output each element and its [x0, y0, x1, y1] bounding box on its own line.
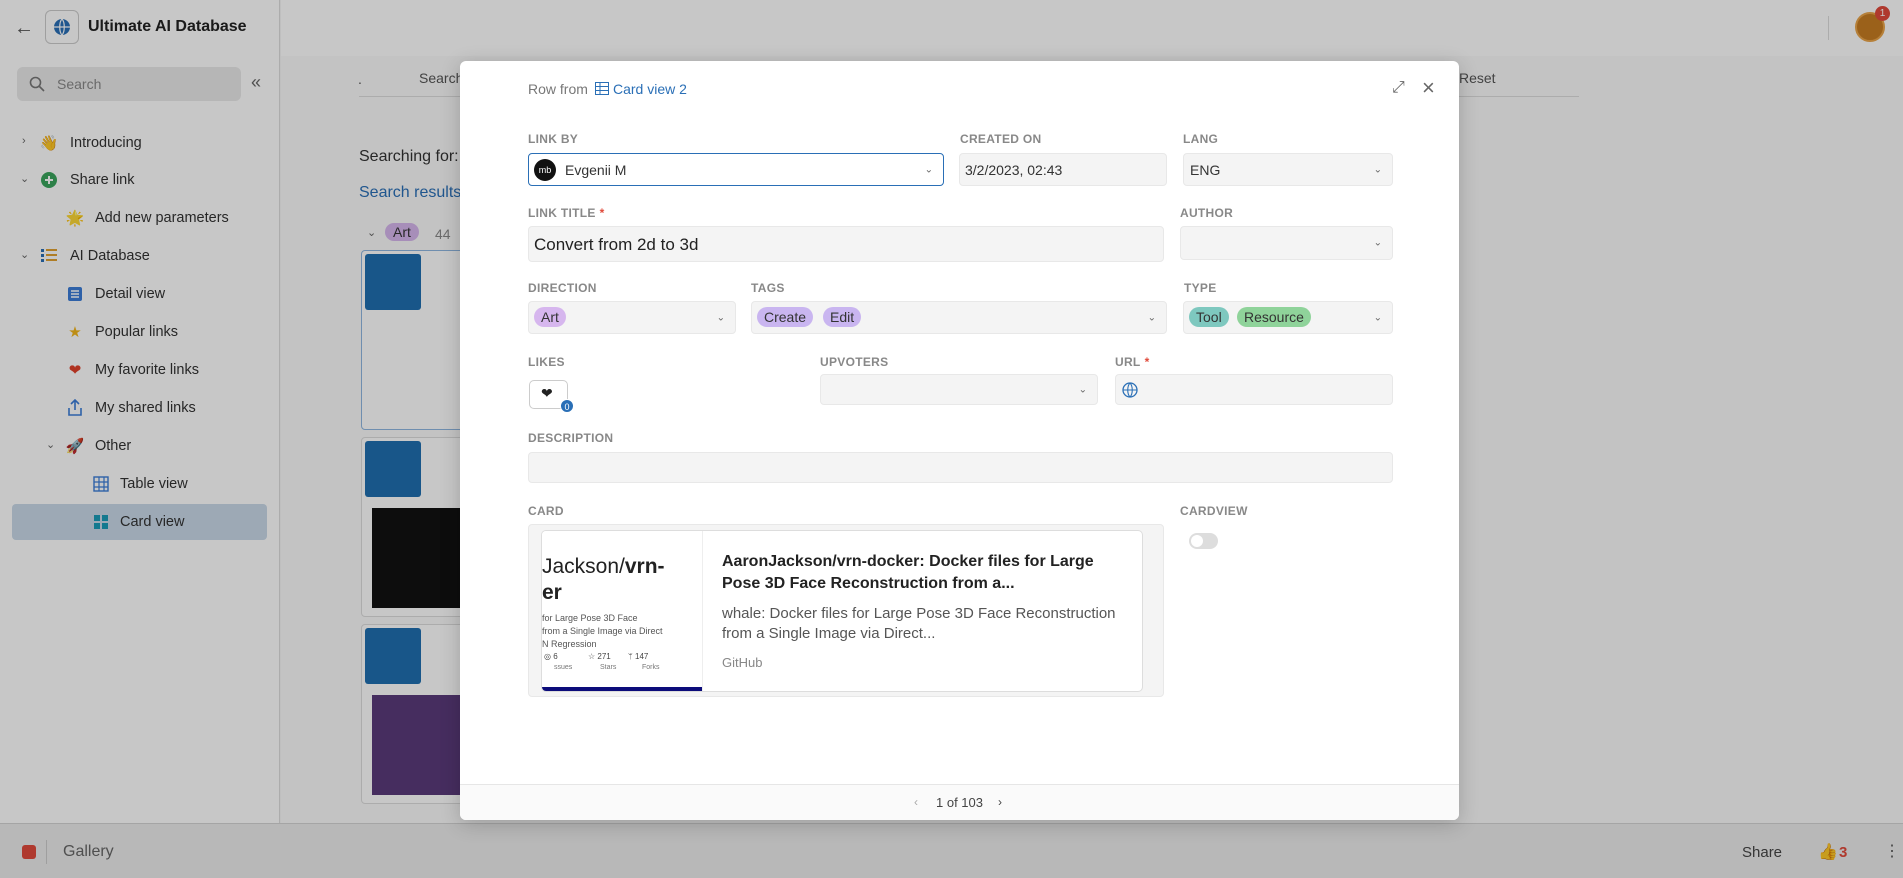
user-avatar-icon: mb — [534, 159, 556, 181]
lang-select[interactable]: ENG ⌄ — [1183, 153, 1393, 186]
field-label: TAGS — [751, 281, 785, 295]
thumb-progress-bar — [542, 687, 702, 691]
thumb-title: Jackson/vrn- — [542, 555, 665, 579]
likes-count-badge: 0 — [560, 399, 574, 413]
view-name-link[interactable]: Card view 2 — [613, 81, 687, 97]
field-label: LINK BY — [528, 132, 579, 146]
link-preview-source: GitHub — [722, 655, 763, 670]
field-label: AUTHOR — [1180, 206, 1234, 220]
link-preview-description: whale: Docker files for Large Pose 3D Fa… — [722, 605, 1116, 642]
next-chevron-icon[interactable]: › — [998, 795, 1002, 809]
chevron-down-icon: ⌄ — [1373, 237, 1382, 249]
thumb-stars-count: ☆ 271 — [588, 652, 611, 661]
thumb-desc: for Large Pose 3D Face — [542, 613, 638, 623]
thumb-stat-value: 147 — [635, 652, 649, 661]
link-by-select[interactable]: mb Evgenii M ⌄ — [528, 153, 944, 186]
field-label: CARD — [528, 504, 564, 518]
thumb-stat-value: 271 — [597, 652, 611, 661]
thumb-title-prefix: Jackson/ — [542, 555, 625, 578]
link-title-value: Convert from 2d to 3d — [534, 235, 699, 254]
field-label: LANG — [1183, 132, 1219, 146]
chevron-down-icon: ⌄ — [1373, 164, 1382, 175]
field-label: DESCRIPTION — [528, 431, 614, 445]
created-on-field: 3/2/2023, 02:43 — [959, 153, 1167, 186]
field-label: TYPE — [1184, 281, 1217, 295]
direction-pill: Art — [534, 307, 566, 327]
prev-chevron-icon[interactable]: ‹ — [914, 795, 918, 809]
type-select[interactable]: Tool Resource ⌄ — [1183, 301, 1393, 334]
type-pill: Tool — [1189, 307, 1229, 327]
url-input[interactable] — [1115, 374, 1393, 405]
chevron-down-icon: ⌄ — [1373, 312, 1382, 323]
direction-select[interactable]: Art ⌄ — [528, 301, 736, 334]
modal-footer: ‹ 1 of 103 › — [460, 784, 1459, 820]
tags-select[interactable]: Create Edit ⌄ — [751, 301, 1167, 334]
link-title-input[interactable]: Convert from 2d to 3d — [528, 226, 1164, 262]
chevron-down-icon: ⌄ — [924, 164, 933, 175]
created-on-value: 3/2/2023, 02:43 — [965, 162, 1063, 178]
tag-pill: Edit — [823, 307, 862, 327]
field-label: LIKES — [528, 355, 565, 369]
lang-value: ENG — [1190, 162, 1221, 178]
row-from-label: Row from — [528, 81, 588, 97]
table-icon — [595, 82, 609, 98]
chevron-down-icon: ⌄ — [1147, 312, 1156, 323]
field-label: LINK TITLE * — [528, 206, 605, 220]
field-label: CREATED ON — [960, 132, 1042, 146]
upvoters-select[interactable]: ⌄ — [820, 374, 1098, 405]
field-label: UPVOTERS — [820, 355, 889, 369]
thumb-stat-value: 6 — [553, 652, 558, 661]
thumb-desc: from a Single Image via Direct — [542, 626, 663, 636]
heart-icon: ❤ — [541, 385, 553, 401]
thumb-stat-label: ssues — [554, 664, 573, 671]
card-field: Jackson/vrn- er for Large Pose 3D Face f… — [528, 524, 1164, 697]
thumb-stat-label: Forks — [642, 664, 660, 671]
like-button[interactable]: ❤ 0 — [529, 380, 574, 413]
field-label: CARDVIEW — [1180, 504, 1248, 518]
required-marker: * — [599, 206, 605, 220]
thumb-desc: N Regression — [542, 639, 597, 649]
author-select[interactable]: ⌄ — [1180, 226, 1393, 260]
required-marker: * — [1144, 355, 1150, 369]
chevron-down-icon: ⌄ — [716, 312, 725, 323]
thumb-title-bold: vrn- — [624, 555, 665, 578]
thumb-title-line2: er — [542, 581, 562, 604]
row-detail-modal: Row from Card view 2 ⤢ × LINK BY mb Evge… — [460, 61, 1459, 820]
close-icon[interactable]: × — [1422, 75, 1435, 101]
pager-text: 1 of 103 — [936, 795, 983, 810]
link-preview-card[interactable]: Jackson/vrn- er for Large Pose 3D Face f… — [541, 530, 1143, 692]
chevron-down-icon: ⌄ — [1078, 384, 1087, 395]
description-input[interactable] — [528, 452, 1393, 483]
globe-icon — [1122, 382, 1138, 398]
field-label: DIRECTION — [528, 281, 597, 295]
toggle-knob — [1191, 535, 1203, 547]
link-preview-thumbnail: Jackson/vrn- er for Large Pose 3D Face f… — [542, 531, 703, 691]
thumb-forks-count: ᛘ 147 — [628, 652, 649, 661]
link-title-label: LINK TITLE — [528, 206, 596, 220]
cardview-toggle[interactable] — [1189, 533, 1218, 549]
link-by-value: Evgenii M — [565, 162, 627, 178]
field-label: URL * — [1115, 355, 1150, 369]
tag-pill: Create — [757, 307, 814, 327]
thumb-stat-label: Stars — [600, 664, 617, 671]
type-pill: Resource — [1237, 307, 1311, 327]
expand-icon[interactable]: ⤢ — [1392, 79, 1405, 97]
link-preview-title: AaronJackson/vrn-docker: Docker files fo… — [722, 553, 1094, 592]
url-label: URL — [1115, 355, 1141, 369]
thumb-issues-count: ◎ 6 — [544, 652, 558, 661]
